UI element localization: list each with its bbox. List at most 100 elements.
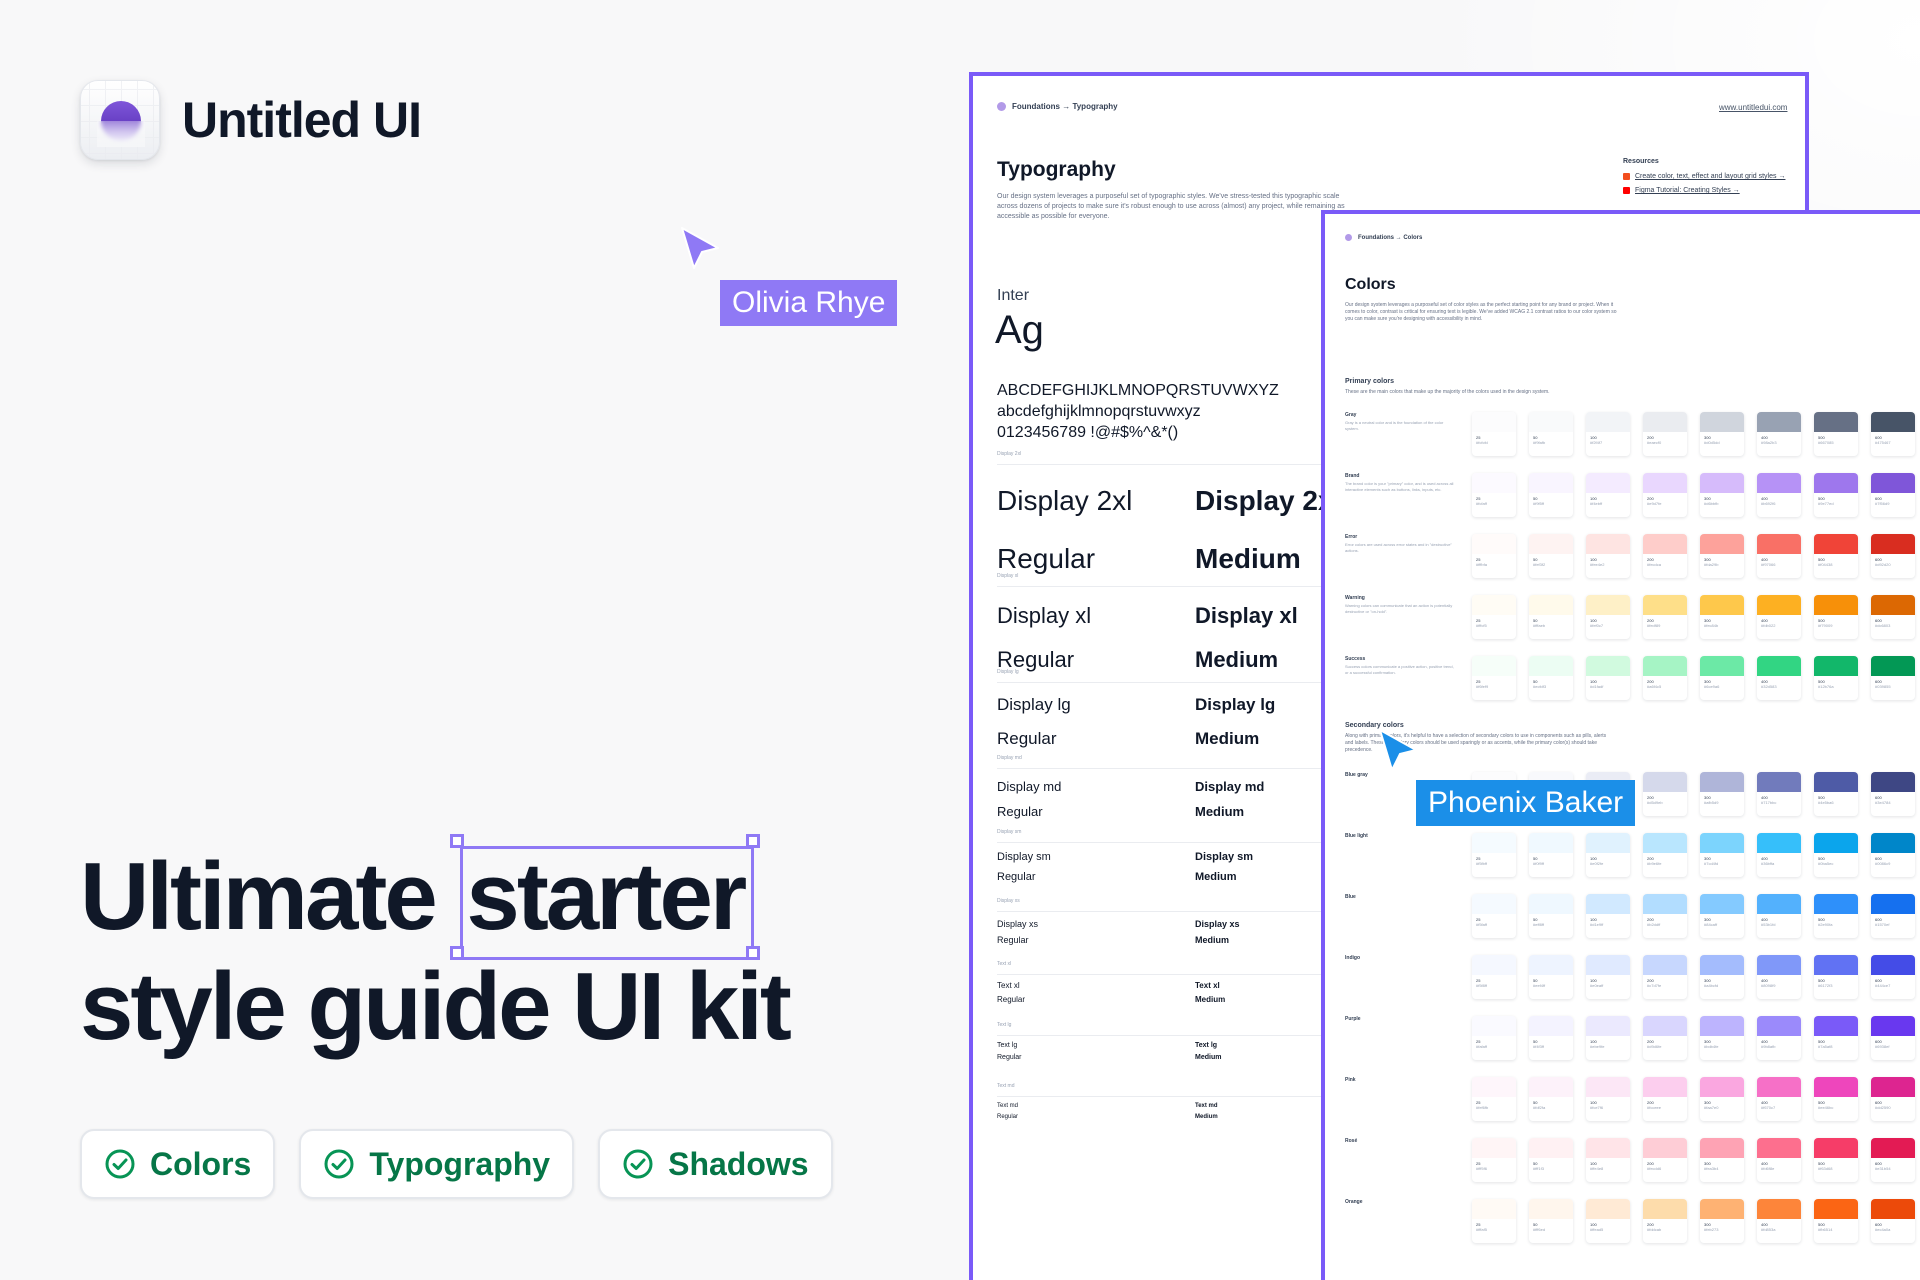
color-swatch[interactable]: 400 #717bbc (1757, 772, 1801, 816)
resource-link[interactable]: Figma Tutorial: Creating Styles → (1623, 187, 1785, 194)
color-swatch[interactable]: 300 #bdb4fe (1700, 1016, 1744, 1060)
color-swatch[interactable]: 100 #ffead5 (1586, 1199, 1630, 1243)
color-swatch[interactable]: 500 #f79009 (1814, 595, 1858, 639)
color-swatch[interactable]: 500 #f63d68 (1814, 1138, 1858, 1182)
color-swatch[interactable]: 25 #f5f8ff (1472, 955, 1516, 999)
color-swatch[interactable]: 200 #fecdd6 (1643, 1138, 1687, 1182)
color-swatch[interactable]: 600 #dd2590 (1871, 1077, 1915, 1121)
color-swatch[interactable]: 50 #f9f5ff (1529, 473, 1573, 517)
color-swatch[interactable]: 200 #b2ddff (1643, 894, 1687, 938)
color-swatch[interactable]: 500 #9e77ed (1814, 473, 1858, 517)
color-swatch[interactable]: 200 #fecdca (1643, 534, 1687, 578)
color-swatch[interactable]: 25 #f5fbff (1472, 833, 1516, 877)
color-swatch[interactable]: 50 #fef3f2 (1529, 534, 1573, 578)
color-swatch[interactable]: 400 #36bffa (1757, 833, 1801, 877)
color-swatch[interactable]: 50 #eef4ff (1529, 955, 1573, 999)
color-swatch[interactable]: 100 #fce7f6 (1586, 1077, 1630, 1121)
resize-handle[interactable] (746, 946, 761, 960)
color-swatch[interactable]: 300 #d0d5dd (1700, 412, 1744, 456)
color-swatch[interactable]: 500 #6172f3 (1814, 955, 1858, 999)
selected-text-box[interactable]: starter (450, 834, 761, 960)
color-swatch[interactable]: 400 #98a2b3 (1757, 412, 1801, 456)
color-swatch[interactable]: 500 #12b76a (1814, 656, 1858, 700)
color-swatch[interactable]: 25 #fcfaff (1472, 473, 1516, 517)
color-swatch[interactable]: 100 #d1e9ff (1586, 894, 1630, 938)
color-swatch[interactable]: 300 #afb5d9 (1700, 772, 1744, 816)
color-swatch[interactable]: 600 #e31b54 (1871, 1138, 1915, 1182)
color-swatch[interactable]: 600 #039855 (1871, 656, 1915, 700)
color-swatch[interactable]: 400 #fd853a (1757, 1199, 1801, 1243)
resize-handle[interactable] (450, 834, 465, 848)
color-swatch[interactable]: 400 #32d583 (1757, 656, 1801, 700)
color-swatch[interactable]: 500 #fb6514 (1814, 1199, 1858, 1243)
color-swatch[interactable]: 400 #f670c7 (1757, 1077, 1801, 1121)
color-swatch[interactable]: 400 #9b8afb (1757, 1016, 1801, 1060)
color-swatch[interactable]: 300 #fea3b4 (1700, 1138, 1744, 1182)
color-swatch[interactable]: 600 #475467 (1871, 412, 1915, 456)
color-swatch[interactable]: 400 #f97066 (1757, 534, 1801, 578)
color-swatch[interactable]: 600 #ec4a0a (1871, 1199, 1915, 1243)
color-swatch[interactable]: 500 #2e90fa (1814, 894, 1858, 938)
color-swatch[interactable]: 300 #fec84b (1700, 595, 1744, 639)
color-swatch[interactable]: 200 #b9e6fe (1643, 833, 1687, 877)
color-swatch[interactable]: 600 #0086c9 (1871, 833, 1915, 877)
site-link[interactable]: www.untitledui.com (1719, 103, 1787, 112)
resize-handle[interactable] (450, 946, 465, 960)
color-swatch[interactable]: 50 #fffaeb (1529, 595, 1573, 639)
color-swatch[interactable]: 200 #fddcab (1643, 1199, 1687, 1243)
resource-link[interactable]: Create color, text, effect and layout gr… (1623, 173, 1785, 180)
color-swatch[interactable]: 25 #f5faff (1472, 894, 1516, 938)
color-swatch[interactable]: 300 #7cd4fd (1700, 833, 1744, 877)
color-swatch[interactable]: 25 #fffbfa (1472, 534, 1516, 578)
color-swatch[interactable]: 600 #6938ef (1871, 1016, 1915, 1060)
color-swatch[interactable]: 400 #53b1fd (1757, 894, 1801, 938)
color-swatch[interactable]: 600 #d92d20 (1871, 534, 1915, 578)
color-swatch[interactable]: 25#fcfcfd (1472, 412, 1516, 456)
color-swatch[interactable]: 400 #b692f6 (1757, 473, 1801, 517)
color-swatch[interactable]: 400 #fdb022 (1757, 595, 1801, 639)
color-swatch[interactable]: 300 #d6bbfb (1700, 473, 1744, 517)
color-swatch[interactable]: 200 #fedf89 (1643, 595, 1687, 639)
color-swatch[interactable]: 25 #fffaf5 (1472, 1199, 1516, 1243)
color-swatch[interactable]: 100 #fee4e2 (1586, 534, 1630, 578)
color-swatch[interactable]: 400 #8098f9 (1757, 955, 1801, 999)
color-swatch[interactable]: 200 #d5d9eb (1643, 772, 1687, 816)
color-swatch[interactable]: 300 #a4bcfd (1700, 955, 1744, 999)
color-swatch[interactable]: 500 #0ba5ec (1814, 833, 1858, 877)
color-swatch[interactable]: 600 #444ce7 (1871, 955, 1915, 999)
color-swatch[interactable]: 500 #ee46bc (1814, 1077, 1858, 1121)
color-swatch[interactable]: 100 #fef0c7 (1586, 595, 1630, 639)
color-swatch[interactable]: 600 #7f56d9 (1871, 473, 1915, 517)
color-swatch[interactable]: 50 #fff6ed (1529, 1199, 1573, 1243)
color-swatch[interactable]: 50 #ecfdf3 (1529, 656, 1573, 700)
color-swatch[interactable]: 50 #f0f9ff (1529, 833, 1573, 877)
color-swatch[interactable]: 50 #eff8ff (1529, 894, 1573, 938)
color-swatch[interactable]: 50 #f9fafb (1529, 412, 1573, 456)
color-swatch[interactable]: 500 #7a5af8 (1814, 1016, 1858, 1060)
color-swatch[interactable]: 100 #f2f4f7 (1586, 412, 1630, 456)
color-swatch[interactable]: 200 #a6f4c5 (1643, 656, 1687, 700)
color-swatch[interactable]: 300 #feb273 (1700, 1199, 1744, 1243)
color-swatch[interactable]: 500 #667085 (1814, 412, 1858, 456)
color-swatch[interactable]: 25 #fafaff (1472, 1016, 1516, 1060)
color-swatch[interactable]: 25 #fffcf5 (1472, 595, 1516, 639)
color-swatch[interactable]: 600 #1570ef (1871, 894, 1915, 938)
color-swatch[interactable]: 200 #d9d6fe (1643, 1016, 1687, 1060)
color-swatch[interactable]: 50 #fdf2fa (1529, 1077, 1573, 1121)
color-swatch[interactable]: 25 #fff5f6 (1472, 1138, 1516, 1182)
color-swatch[interactable]: 100 #ebe9fe (1586, 1016, 1630, 1060)
color-swatch[interactable]: 200 #c7d7fe (1643, 955, 1687, 999)
color-swatch[interactable]: 100 #e0f2fe (1586, 833, 1630, 877)
color-swatch[interactable]: 300 #fda29b (1700, 534, 1744, 578)
color-swatch[interactable]: 100 #d1fadf (1586, 656, 1630, 700)
color-swatch[interactable]: 500 #4e5ba6 (1814, 772, 1858, 816)
resize-handle[interactable] (746, 834, 761, 848)
color-swatch[interactable]: 600 #dc6803 (1871, 595, 1915, 639)
color-swatch[interactable]: 50 #f4f3ff (1529, 1016, 1573, 1060)
color-swatch[interactable]: 300 #84caff (1700, 894, 1744, 938)
color-swatch[interactable]: 400 #fd6f8e (1757, 1138, 1801, 1182)
color-swatch[interactable]: 200 #eaecf0 (1643, 412, 1687, 456)
color-swatch[interactable]: 200 #fcceee (1643, 1077, 1687, 1121)
color-swatch[interactable]: 50 #fff1f3 (1529, 1138, 1573, 1182)
color-swatch[interactable]: 25 #f6fef9 (1472, 656, 1516, 700)
